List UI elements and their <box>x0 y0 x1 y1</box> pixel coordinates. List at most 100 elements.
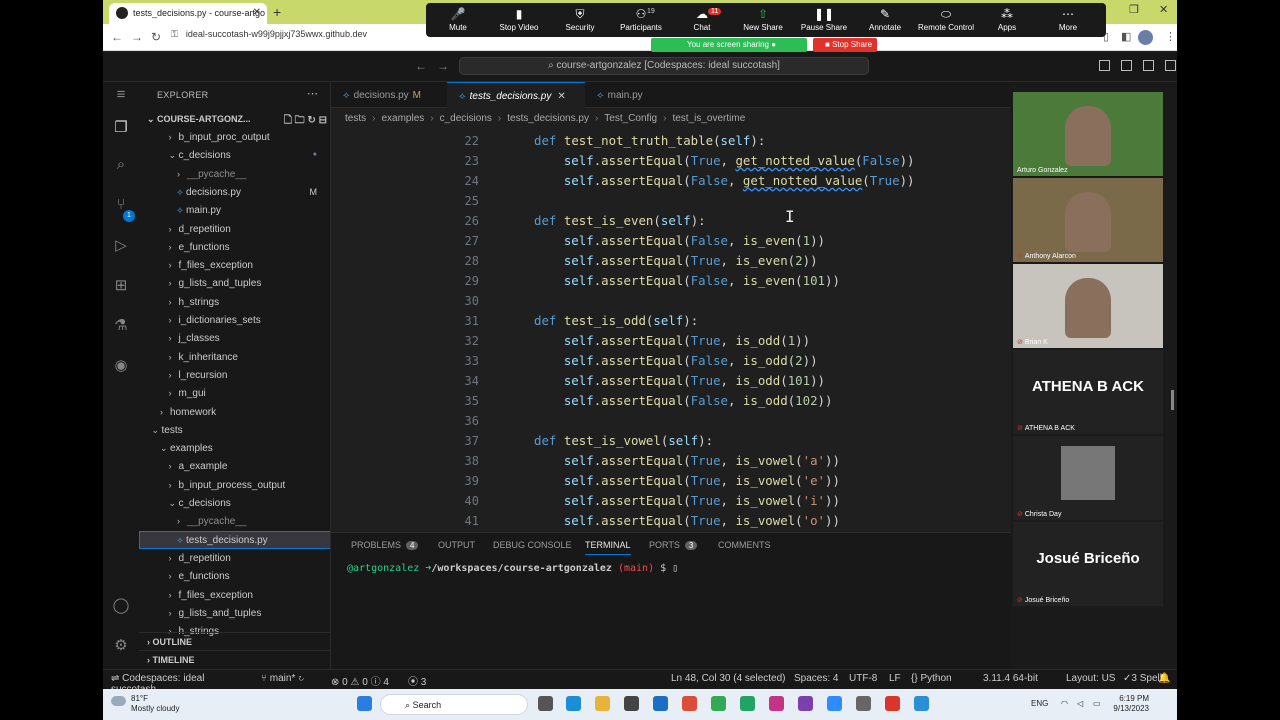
encoding[interactable]: UTF-8 <box>849 673 877 684</box>
code-line[interactable]: 24 self.assertEqual(False, get_notted_va… <box>331 171 1011 191</box>
folder-item[interactable]: ⌄ c_decisions ● <box>139 146 330 164</box>
folder-item[interactable]: › e_functions <box>139 238 330 256</box>
outline-section[interactable]: › OUTLINE <box>139 632 330 650</box>
breadcrumb-item[interactable]: tests <box>345 113 366 124</box>
folder-item[interactable]: › homework <box>139 403 330 421</box>
problems-status[interactable]: ⊗ 0 ⚠ 0 ⓘ 4 <box>331 673 389 688</box>
participants-button[interactable]: ⚇ Participants 19 <box>611 6 671 32</box>
timeline-section[interactable]: › TIMELINE <box>139 650 330 668</box>
restore-icon[interactable]: ❐ <box>1129 3 1139 16</box>
folder-item[interactable]: › __pycache__ <box>139 165 330 183</box>
code-line[interactable]: 35 self.assertEqual(False, is_odd(102)) <box>331 391 1011 411</box>
app-alt-icon[interactable] <box>769 696 784 711</box>
notifications-icon[interactable]: 🔔 <box>1158 673 1170 684</box>
url-field[interactable]: ⚿ ideal-succotash-w99j9pjjxj735wwx.github… <box>171 29 367 40</box>
forward-icon[interactable]: → <box>131 30 143 44</box>
new-share-button[interactable]: ⇧ New Share <box>733 6 793 32</box>
close-tab-icon[interactable]: ✕ <box>557 91 565 102</box>
onenote-icon[interactable] <box>798 696 813 711</box>
volume-icon[interactable]: ◁ <box>1077 699 1083 708</box>
code-line[interactable]: 33 self.assertEqual(False, is_odd(2)) <box>331 351 1011 371</box>
store-icon[interactable] <box>624 696 639 711</box>
customize-layout-icon[interactable] <box>1165 60 1176 71</box>
tab-decisions-py[interactable]: ⟡ decisions.py M <box>331 82 447 108</box>
participant-tile[interactable]: ⊘ Brian K <box>1013 264 1163 348</box>
code-line[interactable]: 30 <box>331 291 1011 311</box>
browser-tab[interactable]: tests_decisions.py - course-artgo ✕ <box>109 3 267 24</box>
file-item[interactable]: ⟡ decisions.py M <box>139 183 330 201</box>
testing-icon[interactable]: ⚗ <box>109 316 133 340</box>
stop-video-button[interactable]: ▮ Stop Video <box>489 6 549 32</box>
folder-item[interactable]: › h_strings <box>139 293 330 311</box>
nav-forward-icon[interactable]: → <box>437 59 449 73</box>
workspace-header[interactable]: ⌄ COURSE-ARTGONZ... 🗋 🗀 ↻ ⊟ <box>139 110 330 128</box>
breadcrumb-item[interactable]: Test_Config <box>604 113 657 124</box>
participant-tile[interactable]: ⊘ Christa Day <box>1013 436 1163 520</box>
folder-item[interactable]: › __pycache__ <box>139 512 330 530</box>
folder-item[interactable]: › f_files_exception <box>139 256 330 274</box>
extensions-icon[interactable]: ⊞ <box>109 276 133 300</box>
explorer-icon[interactable]: ❐ <box>109 118 133 142</box>
language-indicator[interactable]: ENG <box>1031 699 1048 708</box>
accounts-icon[interactable]: ◯ <box>109 596 133 620</box>
tab-problems[interactable]: PROBLEMS 4 <box>351 540 419 550</box>
language-mode[interactable]: {} Python <box>911 673 952 684</box>
file-explorer-icon[interactable] <box>595 696 610 711</box>
close-window-icon[interactable]: ✕ <box>1159 3 1168 16</box>
code-line[interactable]: 28 self.assertEqual(True, is_even(2)) <box>331 251 1011 271</box>
folder-item[interactable]: › j_classes <box>139 329 330 347</box>
browser-menu-icon[interactable]: ⋮ <box>1165 30 1176 43</box>
nav-back-icon[interactable]: ← <box>415 59 427 73</box>
menu-icon[interactable]: ≡ <box>109 86 133 110</box>
annotate-button[interactable]: ✎ Annotate <box>855 6 915 32</box>
refresh-icon[interactable]: ↻ <box>307 115 315 126</box>
participant-tile[interactable]: ATHENA B ACK ⊘ ATHENA B ACK <box>1013 350 1163 434</box>
reload-icon[interactable]: ↻ <box>151 30 161 44</box>
tab-debug-console[interactable]: DEBUG CONSOLE <box>493 540 572 550</box>
file-item[interactable]: ⟡ tests_decisions.py <box>139 530 330 549</box>
code-line[interactable]: 29 self.assertEqual(False, is_even(101)) <box>331 271 1011 291</box>
new-folder-icon[interactable]: 🗀 <box>295 115 305 126</box>
mail-icon[interactable] <box>653 696 668 711</box>
github-icon[interactable]: ◉ <box>109 356 133 380</box>
run-debug-icon[interactable]: ▷ <box>109 236 133 260</box>
code-line[interactable]: 26 def test_is_even(self): <box>331 211 1011 231</box>
clock[interactable]: 6:19 PM 9/13/2023 <box>1113 694 1149 714</box>
code-line[interactable]: 36 <box>331 411 1011 431</box>
eol[interactable]: LF <box>889 673 901 684</box>
profile-avatar[interactable] <box>1138 30 1153 45</box>
close-tab-icon[interactable]: ✕ <box>253 7 261 18</box>
battery-icon[interactable]: ▭ <box>1093 699 1101 708</box>
security-button[interactable]: ⛨ Security <box>550 6 610 32</box>
breadcrumb-item[interactable]: tests_decisions.py <box>507 113 589 124</box>
app-icon[interactable] <box>740 696 755 711</box>
file-item[interactable]: ⟡ main.py <box>139 201 330 219</box>
folder-item[interactable]: ⌄ examples <box>139 439 330 457</box>
toggle-sidebar-icon[interactable] <box>1099 60 1110 71</box>
chat-button[interactable]: ☁ Chat 11 <box>672 6 732 32</box>
code-line[interactable]: 40 self.assertEqual(True, is_vowel('i')) <box>331 491 1011 511</box>
chrome-icon[interactable] <box>682 696 697 711</box>
tab-main-py[interactable]: ⟡ main.py <box>585 82 675 108</box>
ports-status[interactable]: ⦿ 3 <box>408 673 426 688</box>
branch-status[interactable]: ⑂ main* ↻ <box>261 673 304 684</box>
task-view-icon[interactable] <box>538 696 553 711</box>
search-icon[interactable]: ⌕ <box>109 156 133 180</box>
apps-button[interactable]: ⁂ Apps <box>977 6 1037 32</box>
tab-output[interactable]: OUTPUT <box>438 540 475 550</box>
toggle-panel-icon[interactable] <box>1121 60 1132 71</box>
breadcrumb-item[interactable]: examples <box>381 113 424 124</box>
code-editor[interactable]: I 22 def test_not_truth_table(self): 23 se… <box>331 130 1011 532</box>
weather-widget[interactable]: 81°F Mostly cloudy <box>111 694 179 714</box>
settings-gear-icon[interactable]: ⚙ <box>109 636 133 660</box>
folder-item[interactable]: › l_recursion <box>139 366 330 384</box>
settings-icon[interactable] <box>856 696 871 711</box>
menu-extension-icon[interactable]: ◧ <box>1121 30 1131 43</box>
breadcrumb-item[interactable]: test_is_overtime <box>672 113 745 124</box>
code-line[interactable]: 38 self.assertEqual(True, is_vowel('a')) <box>331 451 1011 471</box>
new-file-icon[interactable]: 🗋 <box>284 115 292 126</box>
python-version[interactable]: 3.11.4 64-bit <box>983 673 1038 684</box>
folder-item[interactable]: › g_lists_and_tuples <box>139 604 330 622</box>
folder-item[interactable]: ⌄ tests <box>139 421 330 439</box>
taskbar-search[interactable]: ⌕ Search <box>380 694 528 715</box>
